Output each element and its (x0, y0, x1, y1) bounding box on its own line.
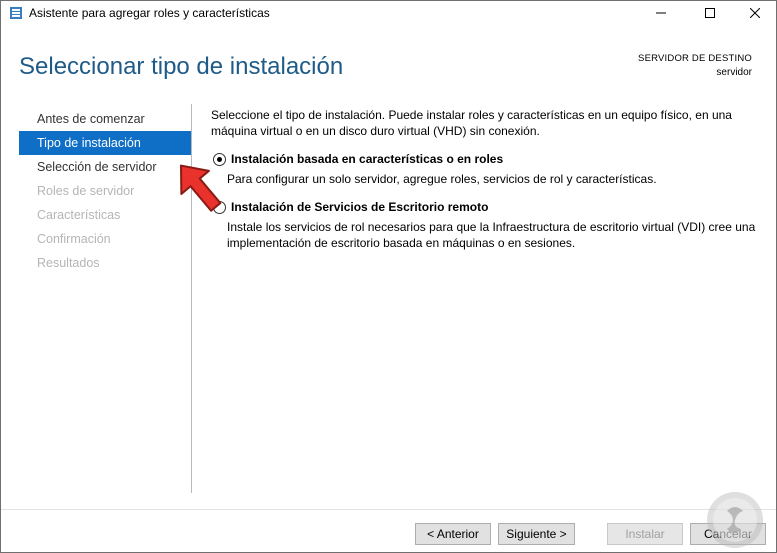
install-button[interactable]: Instalar (607, 523, 683, 545)
remote-desktop-description-line-2: implementación de escritorio basada en m… (227, 236, 576, 250)
remote-desktop-description-line-1: Instale los servicios de rol necesarios … (227, 220, 756, 234)
next-button[interactable]: Siguiente > (498, 523, 575, 545)
window-title: Asistente para agregar roles y caracterí… (29, 6, 270, 20)
minimize-button[interactable] (638, 1, 684, 25)
step-tipo-de-instalacion[interactable]: Tipo de instalación (19, 131, 191, 155)
footer-separator (1, 509, 776, 510)
title-bar: Asistente para agregar roles y caracterí… (1, 1, 776, 25)
close-button[interactable] (732, 1, 777, 25)
watermark-logo-icon (707, 492, 763, 548)
red-arrow-icon (180, 164, 222, 212)
description-line-1: Seleccione el tipo de instalación. Puede… (211, 108, 732, 122)
wizard-steps-sidebar: Antes de comenzar Tipo de instalación Se… (19, 107, 191, 275)
remote-desktop-description: Instale los servicios de rol necesarios … (227, 219, 757, 251)
destination-server-label: SERVIDOR DE DESTINO (638, 53, 752, 64)
step-resultados: Resultados (37, 256, 100, 270)
maximize-icon (705, 8, 715, 18)
installation-type-description: Seleccione el tipo de instalación. Puede… (211, 107, 751, 139)
description-line-2: máquina virtual o en un disco duro virtu… (211, 124, 540, 138)
previous-button[interactable]: < Anterior (415, 523, 491, 545)
step-seleccion-de-servidor[interactable]: Selección de servidor (19, 155, 191, 179)
minimize-icon (656, 12, 666, 14)
destination-server-value: servidor (716, 67, 752, 78)
step-confirmacion: Confirmación (37, 232, 111, 246)
page-title: Seleccionar tipo de instalación (19, 53, 344, 80)
role-based-label[interactable]: Instalación basada en características o … (231, 152, 503, 166)
step-antes-de-comenzar[interactable]: Antes de comenzar (19, 107, 191, 131)
remote-desktop-label[interactable]: Instalación de Servicios de Escritorio r… (231, 200, 488, 214)
wizard-window: Asistente para agregar roles y caracterí… (0, 0, 777, 553)
step-roles-de-servidor: Roles de servidor (37, 184, 135, 198)
step-caracteristicas: Características (37, 208, 121, 222)
maximize-button[interactable] (687, 1, 733, 25)
server-manager-icon (10, 7, 22, 19)
role-based-description: Para configurar un solo servidor, agregu… (227, 172, 657, 186)
close-icon (750, 8, 760, 18)
